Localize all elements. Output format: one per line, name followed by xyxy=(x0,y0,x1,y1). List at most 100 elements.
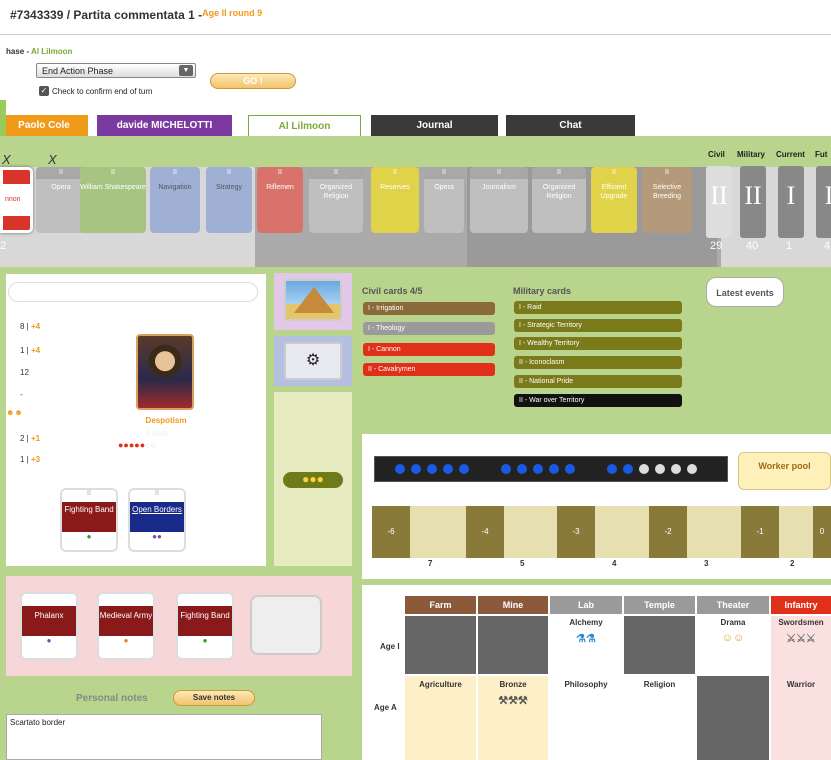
government-label: Despotism xyxy=(145,416,187,425)
latest-events-button[interactable]: Latest events xyxy=(706,277,784,307)
card-reserves[interactable]: II Reserves xyxy=(371,167,419,233)
notes-textarea[interactable]: Scartato border xyxy=(6,714,322,760)
food-label: 2 xyxy=(790,559,795,568)
card-strategy[interactable]: II Strategy xyxy=(206,167,252,233)
mark-x: X xyxy=(2,152,11,167)
age-label: Age A xyxy=(374,703,397,712)
food-label: 7 xyxy=(428,559,433,568)
stat-row: 12 xyxy=(20,368,29,377)
points-label-military: Military xyxy=(737,150,766,159)
sword-icon: ⚔⚔⚔ xyxy=(786,633,816,645)
card-riflemen[interactable]: II Riflemen xyxy=(257,167,303,233)
worker-pool[interactable]: Worker pool xyxy=(738,452,831,490)
civil-card[interactable]: I - Cannon xyxy=(363,343,495,356)
mask-icon: ☺☺ xyxy=(721,632,745,644)
card-efficient-upgrade[interactable]: II Efficient Upgrade xyxy=(591,167,637,233)
card-organized-religion[interactable]: II Organized Religion xyxy=(309,167,363,233)
stat-row: 1 | +4 xyxy=(20,346,41,355)
save-notes-button[interactable]: Save notes xyxy=(173,690,255,706)
divider xyxy=(0,34,831,35)
unit-card-medieval-army[interactable]: Medieval Army ● xyxy=(97,592,155,660)
tech-philosophy[interactable]: Philosophy xyxy=(550,680,622,689)
future-card: I xyxy=(816,166,831,238)
civil-points-value: 29 xyxy=(710,240,723,252)
military-card[interactable]: II - Iconoclasm xyxy=(514,356,682,369)
tech-header-infantry: Infantry xyxy=(771,596,831,614)
leader-portrait[interactable] xyxy=(136,334,194,410)
card-william-shakespeare[interactable]: II William Shakespeare xyxy=(80,167,146,233)
tech-slot xyxy=(478,616,548,674)
stat-row: 2 | +1 xyxy=(20,434,41,443)
wonder-card[interactable]: ⚙ xyxy=(274,336,352,386)
tech-agriculture[interactable]: Agriculture xyxy=(405,680,476,689)
points-label-future: Fut xyxy=(815,150,828,159)
food-cell: -2 xyxy=(649,506,687,558)
military-card[interactable]: I - Wealthy Territory xyxy=(514,337,682,350)
food-cell: -1 xyxy=(741,506,779,558)
card-opera[interactable]: II Opera xyxy=(36,167,86,233)
tech-slot xyxy=(697,676,769,760)
food-label: 4 xyxy=(612,559,617,568)
civil-card[interactable]: I - Irrigation xyxy=(363,302,495,315)
tech-alchemy[interactable]: Alchemy xyxy=(550,618,622,627)
current-card: I xyxy=(778,166,804,238)
token-icon: ●● xyxy=(152,532,162,541)
tech-header-farm: Farm xyxy=(405,596,476,614)
leader-card-fighting-band[interactable]: II Fighting Band ● xyxy=(60,488,118,552)
actions-button[interactable]: ●●● xyxy=(283,472,343,488)
military-points-card: II xyxy=(740,166,766,238)
military-card[interactable]: I - Strategic Territory xyxy=(514,319,682,332)
tab-al-lilmoon[interactable]: Al Lilmoon xyxy=(248,115,361,137)
tab-chat[interactable]: Chat xyxy=(506,115,635,136)
military-card[interactable]: II - National Pride xyxy=(514,375,682,388)
tech-drama[interactable]: Drama xyxy=(697,618,769,627)
chevron-down-icon: ▼ xyxy=(179,65,193,76)
tech-slot xyxy=(624,616,695,674)
tech-warrior[interactable]: Warrior xyxy=(771,680,831,689)
military-card[interactable]: II - War over Territory xyxy=(514,394,682,407)
current-value: 1 xyxy=(786,240,793,252)
civil-card[interactable]: I - Theology xyxy=(363,322,495,335)
mark-x: X xyxy=(48,152,57,167)
card-selective-breeding[interactable]: II Selective Breeding xyxy=(642,167,692,233)
phase-select[interactable]: End Action Phase ▼ xyxy=(36,63,196,78)
confirm-checkbox[interactable]: ✓ Check to confirm end of turn xyxy=(39,86,153,96)
military-action-icons: ●●●●●○○ xyxy=(118,440,157,450)
tab-journal[interactable]: Journal xyxy=(371,115,498,136)
unit-card-fighting-band[interactable]: Fighting Band ● xyxy=(176,592,234,660)
card-navigation[interactable]: II Navigation xyxy=(150,167,200,233)
tech-swordsmen[interactable]: Swordsmen xyxy=(771,618,831,627)
token-icon: ● xyxy=(46,636,52,645)
civil-card[interactable]: II - Cavalrymen xyxy=(363,363,495,376)
tech-bronze[interactable]: Bronze xyxy=(478,680,548,689)
player-search-input[interactable] xyxy=(8,282,258,302)
token-icon: ● xyxy=(202,636,208,645)
future-value: 4 xyxy=(824,240,831,252)
tab-davide-michelotti[interactable]: davide MICHELOTTI xyxy=(97,115,232,136)
food-label: 5 xyxy=(520,559,525,568)
checkmark-icon: ✓ xyxy=(39,86,49,96)
phase-label: hase - Al Lilmoon xyxy=(6,47,73,56)
selected-card[interactable]: nnon xyxy=(0,167,33,233)
military-card[interactable]: I - Raid xyxy=(514,301,682,314)
military-points-value: 40 xyxy=(746,240,759,252)
tech-header-lab: Lab xyxy=(550,596,622,614)
food-label: 3 xyxy=(704,559,709,568)
leader-card-open-borders[interactable]: II Open Borders ●● xyxy=(128,488,186,552)
tab-paolo-cole[interactable]: Paolo Cole xyxy=(0,115,88,136)
stat-row: 1 | +3 xyxy=(20,455,41,464)
food-cell: -4 xyxy=(466,506,504,558)
card-journalism[interactable]: II Journalism xyxy=(470,167,528,233)
card-opera[interactable]: II Opera xyxy=(424,167,464,233)
pyramid-icon xyxy=(284,279,342,321)
card-organized-religion[interactable]: II Organized Religion xyxy=(532,167,586,233)
stat-row: - xyxy=(20,390,23,399)
go-button[interactable]: GO ! xyxy=(210,73,296,89)
tech-header-mine: Mine xyxy=(478,596,548,614)
wonder-pyramids[interactable] xyxy=(274,273,352,330)
tech-religion[interactable]: Religion xyxy=(624,680,695,689)
unit-card-phalanx[interactable]: Phalanx ● xyxy=(20,592,78,660)
happy-icon: ☻☻ xyxy=(6,408,23,417)
points-label-current: Current xyxy=(776,150,805,159)
military-cards-title: Military cards xyxy=(513,286,572,296)
